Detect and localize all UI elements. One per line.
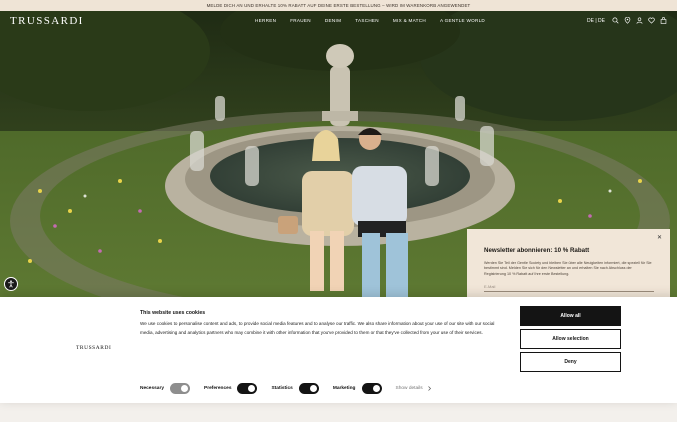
toggle-statistics[interactable] <box>298 383 319 394</box>
cookie-title: This website uses cookies <box>140 310 206 316</box>
show-details-link[interactable]: Show details <box>396 386 432 391</box>
cookie-brand-logo: TRUSSARDI <box>76 345 112 351</box>
deny-button[interactable]: Deny <box>520 352 621 372</box>
toggle-marketing-label: Marketing <box>332 386 356 391</box>
search-icon[interactable] <box>612 17 619 24</box>
toggle-preferences-label: Preferences <box>204 386 232 391</box>
brand-logo[interactable]: TRUSSARDI <box>10 15 84 27</box>
toggle-preferences[interactable] <box>237 383 258 394</box>
chevron-right-icon <box>427 386 431 391</box>
language-selector[interactable]: DE | DE <box>587 18 605 24</box>
email-field[interactable]: E-Mail <box>484 284 654 292</box>
promo-bar[interactable]: MELDE DICH AN UND ERHALTE 10% RABATT AUF… <box>0 0 677 11</box>
newsletter-title: Newsletter abonnieren: 10 % Rabatt <box>484 247 590 254</box>
toggle-statistics-label: Statistics <box>271 386 293 391</box>
cart-icon[interactable] <box>660 17 667 24</box>
toggle-necessary-group: Necessary <box>140 383 191 394</box>
allow-all-button[interactable]: Allow all <box>520 306 621 326</box>
location-icon[interactable] <box>624 17 631 24</box>
accessibility-button[interactable] <box>4 277 18 291</box>
main-nav: HERREN FRAUEN DENIM TASCHEN MIX & MATCH … <box>255 18 499 23</box>
header-actions: DE | DE <box>587 17 667 24</box>
allow-selection-button[interactable]: Allow selection <box>520 329 621 349</box>
toggle-marketing[interactable] <box>361 383 382 394</box>
close-icon[interactable]: ✕ <box>657 234 662 241</box>
nav-item-a-gentle-world[interactable]: A GENTLE WORLD <box>440 18 485 23</box>
accessibility-icon <box>8 280 14 288</box>
nav-item-frauen[interactable]: FRAUEN <box>290 18 311 23</box>
promo-text: MELDE DICH AN UND ERHALTE 10% RABATT AUF… <box>206 3 471 8</box>
toggle-preferences-group: Preferences <box>204 383 258 394</box>
nav-item-herren[interactable]: HERREN <box>255 18 276 23</box>
nav-item-mix-match[interactable]: MIX & MATCH <box>393 18 426 23</box>
toggle-necessary <box>170 383 191 394</box>
consent-toggles: Necessary Preferences Statistics Marketi… <box>140 383 432 394</box>
wishlist-icon[interactable] <box>648 17 655 24</box>
newsletter-text: Werden Sie Teil der Gentle Society und b… <box>484 261 652 276</box>
toggle-necessary-label: Necessary <box>140 386 165 391</box>
user-icon[interactable] <box>636 17 643 24</box>
show-details-label: Show details <box>395 386 423 391</box>
nav-item-denim[interactable]: DENIM <box>325 18 341 23</box>
toggle-statistics-group: Statistics <box>271 383 319 394</box>
toggle-marketing-group: Marketing <box>333 383 382 394</box>
nav-item-taschen[interactable]: TASCHEN <box>355 18 379 23</box>
page-bottom-strip <box>0 403 677 422</box>
cookie-text: We use cookies to personalise content an… <box>140 321 495 335</box>
site-header: TRUSSARDI HERREN FRAUEN DENIM TASCHEN MI… <box>0 11 677 33</box>
